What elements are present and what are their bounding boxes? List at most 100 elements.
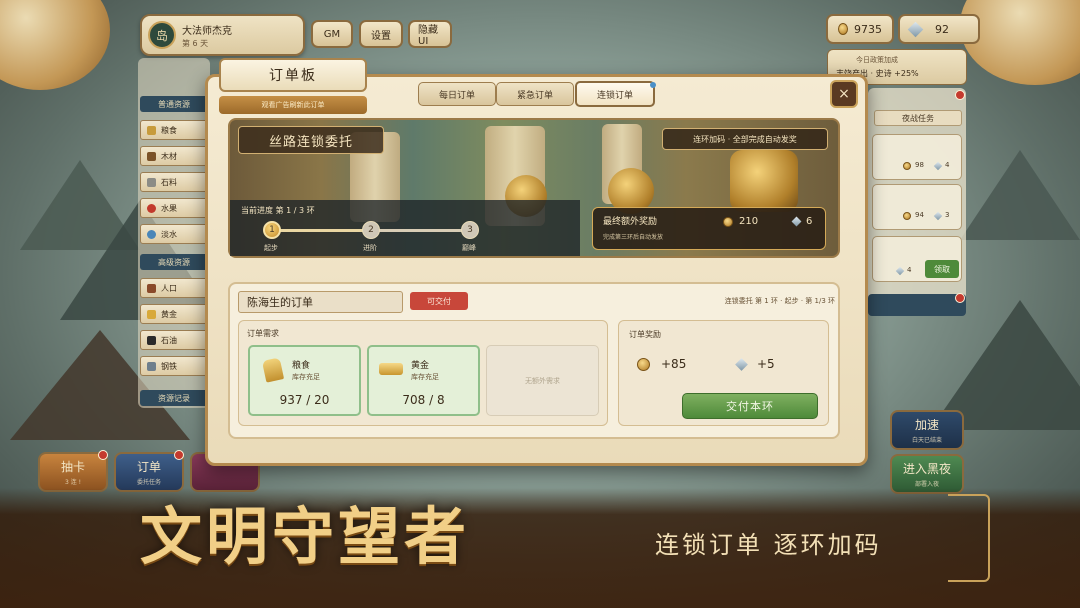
sidebar-item-wood[interactable]: 木材 [140, 146, 208, 166]
submit-order-button[interactable]: 交付本环 [682, 393, 818, 419]
settings-button[interactable]: 设置 [359, 20, 403, 48]
enter-night-sub: 部署入夜 [914, 481, 939, 488]
task-reward-gems: 4 [945, 161, 950, 169]
reward-gems: +5 [757, 357, 775, 371]
refresh-ad-button[interactable]: 观看广告刷新此订单 [219, 96, 367, 114]
gem-icon [735, 358, 748, 371]
tab-daily-orders[interactable]: 每日订单 [418, 82, 496, 106]
step-label: 巅峰 [462, 244, 476, 252]
tab-urgent-orders[interactable]: 紧急订单 [496, 82, 574, 106]
tab-chain-orders[interactable]: 连锁订单 [575, 81, 655, 107]
notification-dot [955, 90, 965, 100]
order-label: 订单 [136, 460, 161, 474]
requirements-title: 订单需求 [247, 329, 279, 338]
gm-button[interactable]: GM [311, 20, 353, 48]
tab-indicator-dot [650, 82, 656, 88]
cloud-ornament [0, 0, 110, 90]
sidebar-item-label: 钢铁 [161, 361, 177, 371]
buff-label: 今日政策加成 [856, 56, 898, 64]
progress-step: 1 [263, 221, 281, 239]
sidebar-item-water[interactable]: 淡水 [140, 224, 208, 244]
sidebar-item-label: 粮食 [161, 125, 177, 135]
night-task-header: 夜战任务 [874, 110, 962, 126]
empty-slot-text: 无额外需求 [525, 377, 560, 385]
sidebar-item-fruit[interactable]: 水果 [140, 198, 208, 218]
gem-counter: 92 [898, 14, 980, 44]
modal-title: 订单板 [219, 58, 367, 92]
hide-ui-button[interactable]: 隐藏UI [408, 20, 452, 48]
sidebar-item-steel[interactable]: 钢铁 [140, 356, 208, 376]
notification-dot [174, 450, 184, 460]
gem-icon [791, 216, 802, 227]
progress-step: 2 [362, 221, 380, 239]
order-sub: 委托任务 [136, 479, 161, 486]
resource-records-button[interactable]: 资源记录 [140, 390, 208, 406]
water-icon [147, 229, 156, 239]
gem-icon [933, 161, 943, 171]
day-counter: 第 6 天 [182, 39, 209, 48]
order-name: 陈海生的订单 [238, 291, 403, 313]
final-reward-title: 最终额外奖励 [603, 217, 658, 227]
requirement-count: 937 / 20 [279, 393, 330, 407]
stone-icon [147, 177, 156, 187]
empty-requirement-slot: 无额外需求 [486, 345, 599, 416]
sidebar-item-gold[interactable]: 黄金 [140, 304, 208, 324]
sidebar-item-oil[interactable]: 石油 [140, 330, 208, 350]
promo-tagline: 连锁订单 逐环加码 [655, 531, 882, 559]
draw-card-sub: 3 连 ! [64, 479, 82, 486]
requirement-name: 粮食 [292, 361, 311, 371]
speed-up-sub: 白天已结束 [911, 437, 942, 444]
task-card[interactable]: 98 4 [872, 134, 962, 180]
draw-card-label: 抽卡 [60, 460, 85, 474]
task-card[interactable]: 94 3 [872, 184, 962, 230]
ornament-frame [948, 494, 990, 582]
enter-night-label: 进入黑夜 [902, 462, 951, 476]
task-reward-coins: 94 [915, 211, 924, 219]
claim-button[interactable]: 领取 [925, 260, 959, 278]
requirement-item[interactable]: 粮食 库存充足 937 / 20 [248, 345, 361, 416]
population-icon [147, 283, 156, 293]
notification-dot [98, 450, 108, 460]
order-progress-text: 连锁委托 第 1 环 · 起步 · 第 1/3 环 [724, 297, 835, 305]
player-profile[interactable]: 岛 大法师杰克 第 6 天 [140, 14, 305, 56]
sidebar-header-advanced: 高级资源 [140, 254, 208, 270]
final-reward-gems: 6 [806, 216, 813, 227]
task-card[interactable]: 4 领取 [872, 236, 962, 282]
task-bar [868, 294, 966, 316]
sidebar-item-label: 人口 [161, 283, 177, 293]
gold-icon [147, 309, 156, 319]
requirement-stock: 库存充足 [292, 373, 320, 381]
gem-amount: 92 [935, 22, 949, 36]
close-icon[interactable]: × [830, 80, 858, 108]
draw-card-button[interactable]: 抽卡 3 连 ! [38, 452, 108, 492]
reward-coins: +85 [661, 357, 687, 371]
avatar: 岛 [148, 21, 176, 49]
coin-icon [637, 358, 650, 371]
sidebar-item-stone[interactable]: 石料 [140, 172, 208, 192]
final-reward-coins: 210 [739, 216, 759, 227]
grain-icon [261, 357, 285, 383]
grain-icon [147, 125, 156, 135]
reward-title: 订单奖励 [629, 330, 661, 339]
coin-counter: 9735 [826, 14, 894, 44]
final-reward-sub: 完成第三环后自动发放 [603, 234, 664, 241]
requirement-count: 708 / 8 [402, 393, 445, 407]
progress-label: 当前进度 第 1 / 3 环 [241, 206, 315, 215]
sidebar-item-label: 黄金 [161, 309, 177, 319]
sidebar-item-label: 木材 [161, 151, 177, 161]
requirement-item[interactable]: 黄金 库存充足 708 / 8 [367, 345, 480, 416]
sidebar-item-population[interactable]: 人口 [140, 278, 208, 298]
sidebar-item-label: 淡水 [161, 229, 177, 239]
game-title: 文明守望者 [140, 500, 471, 573]
cloud-ornament [960, 0, 1080, 85]
task-reward-coins: 98 [915, 161, 924, 169]
speed-up-button[interactable]: 加速 白天已结束 [890, 410, 964, 450]
coin-icon [723, 217, 733, 227]
step-label: 起步 [264, 244, 278, 252]
progress-step: 3 [461, 221, 479, 239]
status-badge: 可交付 [410, 292, 468, 310]
banner-title: 丝路连锁委托 [238, 126, 384, 154]
progress-line [372, 229, 470, 232]
fruit-icon [147, 203, 156, 213]
sidebar-item-grain[interactable]: 粮食 [140, 120, 208, 140]
